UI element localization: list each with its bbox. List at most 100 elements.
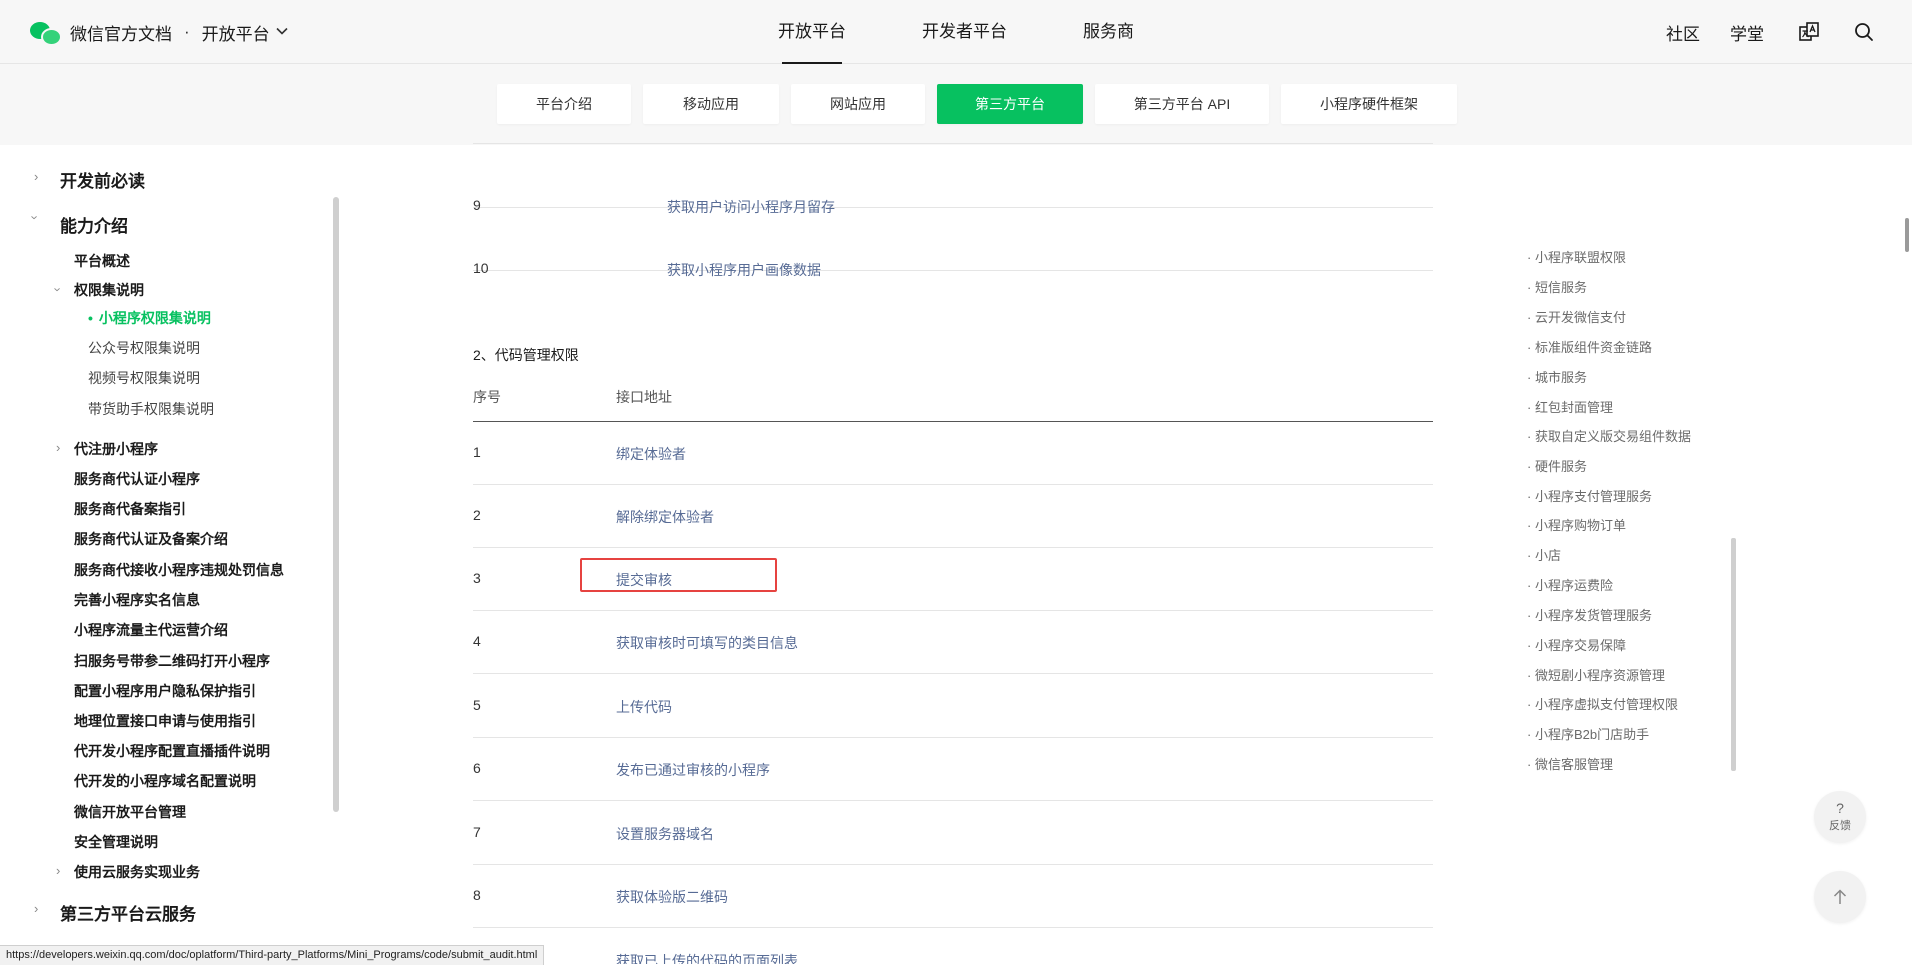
chevron-right-icon[interactable]: › [34,901,38,916]
toc-item[interactable]: · 小程序购物订单 [1527,515,1626,534]
sidebar-item-platform-overview[interactable]: 平台概述 [74,251,130,271]
chevron-right-icon[interactable]: › [34,169,38,184]
toc-item[interactable]: · 小程序虚拟支付管理权限 [1527,694,1678,713]
toc-bullet: · [1527,429,1532,444]
header-index: 序号 [473,389,501,405]
api-link[interactable]: 获取小程序用户画像数据 [667,260,821,280]
toc-item[interactable]: · 短信服务 [1527,277,1587,296]
sidebar-item[interactable]: 安全管理说明 [74,832,158,852]
chevron-down-icon[interactable]: › [51,287,66,291]
sidebar-item-channels-permission[interactable]: 视频号权限集说明 [88,368,200,388]
toc-item-label: 获取自定义版交易组件数据 [1534,429,1691,444]
api-link[interactable]: 发布已通过审核的小程序 [616,760,770,780]
toc-item[interactable]: · 小程序运费险 [1527,575,1613,594]
sidebar-item-label: 小程序权限集说明 [98,310,211,326]
toc-item-label: 小程序发货管理服务 [1534,608,1652,623]
toc-item-label: 微信客服管理 [1534,757,1613,772]
nav-service-provider[interactable]: 服务商 [1065,0,1152,64]
row-number: 3 [473,570,481,586]
translate-icon[interactable] [1798,21,1820,43]
brand-separator: · [184,22,190,41]
toc-item[interactable]: · 硬件服务 [1527,456,1587,475]
page-scrollbar[interactable] [1905,218,1909,252]
toc-item[interactable]: · 城市服务 [1527,367,1587,386]
toc-item-label: 小程序交易保障 [1534,638,1626,653]
toc-item[interactable]: · 微信客服管理 [1527,754,1613,773]
toc-item[interactable]: · 红包封面管理 [1527,397,1613,416]
toc-bullet: · [1527,280,1532,295]
api-link[interactable]: 上传代码 [616,697,672,717]
chevron-down-icon[interactable]: › [28,215,43,219]
sidebar-item-third-party-cloud[interactable]: 第三方平台云服务 [60,900,196,925]
toc-item[interactable]: · 获取自定义版交易组件数据 [1527,426,1691,445]
toc-bullet: · [1527,489,1532,504]
sidebar-item[interactable]: 代开发小程序配置直播插件说明 [74,741,270,761]
brand[interactable]: 微信官方文档 · 开放平台 [30,18,288,46]
api-link[interactable]: 绑定体验者 [616,444,686,464]
row-number: 7 [473,824,481,840]
sidebar-item-permission-set[interactable]: 权限集说明 [74,280,144,300]
back-to-top-button[interactable] [1814,871,1866,923]
table-row: 10 获取小程序用户画像数据 [473,208,1433,278]
api-link[interactable]: 获取审核时可填写的类目信息 [616,633,798,653]
toc-item[interactable]: · 小程序联盟权限 [1527,247,1626,266]
brand-title[interactable]: 微信官方文档 [70,20,172,45]
sidebar-scrollbar[interactable] [333,197,339,812]
sidebar-item[interactable]: 服务商代认证及备案介绍 [74,529,228,549]
toc-item-label: 红包封面管理 [1534,400,1613,415]
nav-developer-platform[interactable]: 开发者平台 [904,0,1025,64]
toc-item[interactable]: · 标准版组件资金链路 [1527,337,1652,356]
active-bullet: • [88,310,93,326]
search-icon[interactable] [1854,22,1874,42]
platform-selector[interactable]: 开放平台 [202,20,288,45]
toc-item[interactable]: · 小程序发货管理服务 [1527,605,1652,624]
toc-item[interactable]: · 小程序交易保障 [1527,635,1626,654]
chevron-right-icon[interactable]: › [56,440,60,455]
community-link[interactable]: 社区 [1666,20,1700,45]
toc-item[interactable]: · 小店 [1527,545,1561,564]
api-link[interactable]: 设置服务器域名 [616,824,714,844]
sidebar-item[interactable]: 服务商代认证小程序 [74,469,200,489]
sidebar-item[interactable]: 服务商代接收小程序违规处罚信息 [74,560,284,580]
platform-selector-label: 开放平台 [201,24,270,44]
row-number: 4 [473,633,481,649]
sidebar-item-miniprogram-permission[interactable]: • 小程序权限集说明 [88,308,211,328]
toc-item[interactable]: · 小程序支付管理服务 [1527,486,1652,505]
sidebar-item[interactable]: 小程序流量主代运营介绍 [74,620,228,640]
academy-link[interactable]: 学堂 [1730,20,1764,45]
sidebar-item-cloud-business[interactable]: 使用云服务实现业务 [74,862,200,882]
feedback-button[interactable]: ? 反馈 [1814,791,1866,843]
nav-open-platform[interactable]: 开放平台 [760,0,864,64]
sidebar-item-read-first[interactable]: 开发前必读 [60,167,145,192]
sidebar-item[interactable]: 配置小程序用户隐私保护指引 [74,681,256,701]
chevron-down-icon [276,27,288,35]
row-number: 1 [473,444,481,460]
section-title: 2、代码管理权限 [473,347,579,363]
row-number: 6 [473,760,481,776]
api-link[interactable]: 获取体验版二维码 [616,887,728,907]
sidebar-item[interactable]: 地理位置接口申请与使用指引 [74,711,256,731]
toc-bullet: · [1527,578,1532,593]
row-number: 5 [473,697,481,713]
sidebar-item[interactable]: 服务商代备案指引 [74,499,186,519]
sidebar-item-official-account-permission[interactable]: 公众号权限集说明 [88,338,200,358]
toc-scrollbar[interactable] [1731,538,1736,771]
sidebar-item[interactable]: 微信开放平台管理 [74,802,186,822]
api-link[interactable]: 获取已上传的代码的页面列表 [616,951,798,964]
sidebar-item-capabilities[interactable]: 能力介绍 [60,212,128,237]
sidebar-item-register-miniprogram[interactable]: 代注册小程序 [74,439,158,459]
api-link[interactable]: 解除绑定体验者 [616,507,714,527]
table-row: 6 发布已通过审核的小程序 [473,738,1433,801]
toc-item[interactable]: · 云开发微信支付 [1527,307,1626,326]
toc-bullet: · [1527,608,1532,623]
chevron-right-icon[interactable]: › [56,863,60,878]
sidebar-item[interactable]: 代开发的小程序域名配置说明 [74,771,256,791]
sidebar-item-sales-assistant-permission[interactable]: 带货助手权限集说明 [88,399,214,419]
sidebar-item[interactable]: 扫服务号带参二维码打开小程序 [74,651,270,671]
toc-item[interactable]: · 小程序B2b门店助手 [1527,724,1649,743]
toc-item[interactable]: · 微短剧小程序资源管理 [1527,665,1665,684]
table-row [473,115,1433,144]
sidebar-item[interactable]: 完善小程序实名信息 [74,590,200,610]
toc-item-label: 小店 [1534,548,1561,563]
table-row: 4 获取审核时可填写的类目信息 [473,611,1433,674]
